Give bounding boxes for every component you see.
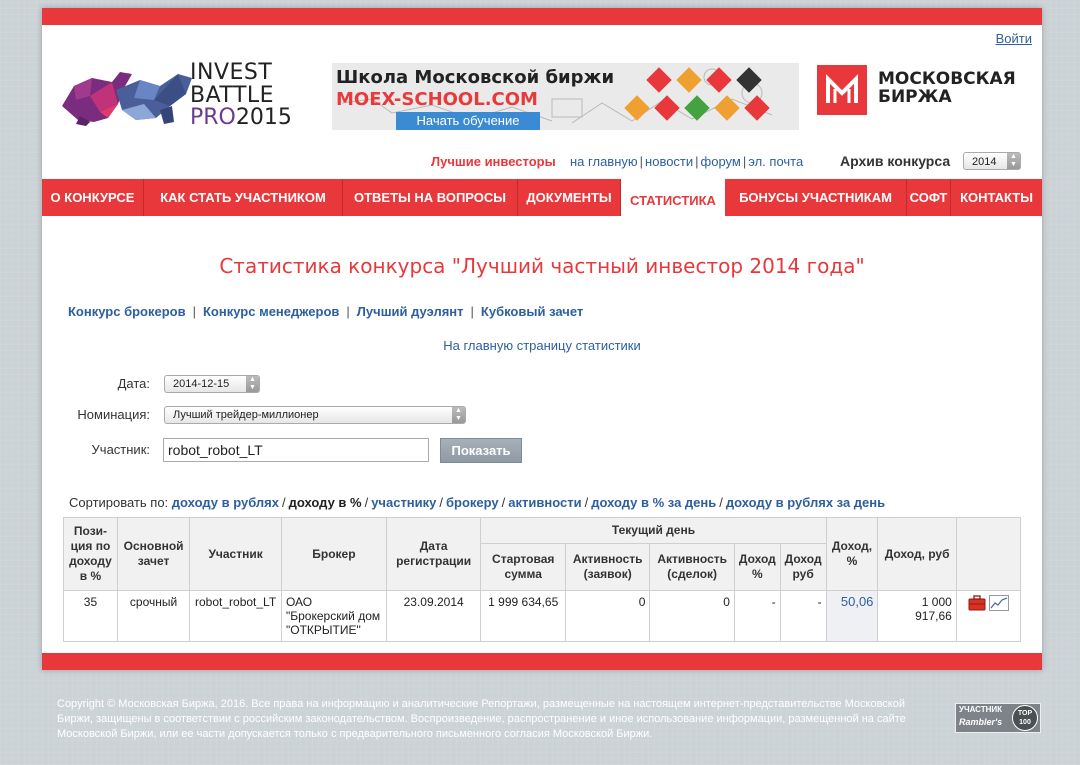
date-select[interactable]: 2014-12-15 ▲ ▼	[164, 375, 260, 393]
participant-label: Участник:	[91, 442, 150, 457]
bottom-red-bar	[42, 653, 1042, 670]
school-banner[interactable]: Школа Московской биржи MOEX-SCHOOL.COM Н…	[332, 63, 799, 130]
cell-start-sum: 1 999 634,65	[480, 590, 566, 642]
tab-duelist[interactable]: Лучший дуэлянт	[357, 304, 464, 319]
nav-how-to-join[interactable]: КАК СТАТЬ УЧАСТНИКОМ	[144, 179, 343, 216]
date-value: 2014-12-15	[173, 378, 230, 390]
sort-day-pct[interactable]: доходу в % за день	[591, 495, 716, 510]
col-day-rub: Доход руб	[779, 543, 827, 591]
chart-icon[interactable]	[989, 595, 1010, 611]
logo-line-2: BATTLE	[190, 83, 275, 108]
cell-participant: robot_robot_LT	[189, 590, 282, 642]
logo-line-3: PRO2015	[190, 107, 292, 129]
nav-software[interactable]: СОФТ	[907, 179, 951, 216]
link-email[interactable]: эл. почта	[748, 154, 803, 169]
cell-activity-orders: 0	[564, 590, 651, 642]
col-income-pct: Доход, %	[825, 517, 879, 591]
page-container: Войти INVEST BATTLE PRO2015 Школа Москов…	[42, 8, 1042, 670]
cell-day-pct: -	[733, 590, 781, 642]
col-day-pct: Доход %	[733, 543, 781, 591]
cell-account: срочный	[116, 590, 191, 642]
top-red-bar	[42, 8, 1042, 25]
col-broker: Брокер	[280, 517, 387, 591]
rambler-counter[interactable]: УЧАСТНИК Rambler's TOP 100	[955, 703, 1041, 733]
cell-position: 35	[63, 590, 118, 642]
footer-copyright: Copyright © Московская Биржа, 2016. Все …	[57, 698, 906, 740]
nav-documents[interactable]: ДОКУМЕНТЫ	[518, 179, 621, 216]
select-arrows-icon: ▲ ▼	[1007, 153, 1020, 169]
archive-label: Архив конкурса	[840, 153, 951, 169]
table-row: 35 срочный robot_robot_LT ОАО "Брокерски…	[63, 590, 1022, 642]
cell-income-rub: 1 000 917,66	[877, 590, 957, 642]
sort-row: Сортировать по: доходу в рублях / доходу в…	[69, 495, 886, 510]
sort-income-rub[interactable]: доходу в рублях	[172, 495, 279, 510]
tab-managers[interactable]: Конкурс менеджеров	[203, 304, 339, 319]
main-nav: О КОНКУРСЕ КАК СТАТЬ УЧАСТНИКОМ ОТВЕТЫ Н…	[42, 179, 1042, 216]
stats-home-link[interactable]: На главную страницу статистики	[42, 338, 1042, 353]
tab-brokers[interactable]: Конкурс брокеров	[68, 304, 186, 319]
col-actions	[955, 517, 1022, 591]
sort-broker[interactable]: брокеру	[446, 495, 499, 510]
nav-bonuses[interactable]: БОНУСЫ УЧАСТНИКАМ	[725, 179, 907, 216]
select-arrows-icon: ▲ ▼	[452, 407, 465, 423]
nav-about[interactable]: О КОНКУРСЕ	[42, 179, 144, 216]
moex-logo-icon	[817, 65, 867, 115]
stats-table: Пози-ция по доходу в % Основной зачет Уч…	[63, 517, 1022, 642]
rambler-line-2: Rambler's	[959, 717, 1003, 727]
sort-income-pct-current[interactable]: доходу в %	[289, 495, 362, 510]
date-label: Дата:	[117, 376, 150, 391]
sort-label: Сортировать по:	[69, 495, 169, 510]
show-button[interactable]: Показать	[440, 438, 522, 463]
cell-income-pct: 50,06	[825, 590, 879, 642]
link-news[interactable]: новости	[645, 154, 693, 169]
banner-url: MOEX-SCHOOL.COM	[336, 89, 538, 110]
nomination-label: Номинация:	[77, 407, 150, 422]
logo-text: INVEST BATTLE PRO2015	[190, 62, 292, 129]
col-account: Основной зачет	[116, 517, 191, 591]
sort-participant[interactable]: участнику	[371, 495, 436, 510]
rambler-line-1: УЧАСТНИК	[959, 705, 1003, 714]
nav-contacts[interactable]: КОНТАКТЫ	[951, 179, 1042, 216]
sort-day-rub[interactable]: доходу в рублях за день	[726, 495, 885, 510]
logo-year: 2015	[235, 105, 292, 130]
col-start-sum: Стартовая сумма	[480, 543, 566, 591]
banner-title: Школа Московской биржи	[336, 67, 615, 88]
login-link[interactable]: Войти	[996, 31, 1032, 46]
logo-pro: PRO	[190, 105, 236, 130]
col-activity-deals: Активность (сделок)	[649, 543, 735, 591]
secondary-nav: на главную | новости | форум | эл. почта	[570, 154, 804, 169]
link-home[interactable]: на главную	[570, 154, 638, 169]
best-investors-label[interactable]: Лучшие инвесторы	[431, 154, 556, 169]
participant-input[interactable]	[163, 438, 429, 462]
col-reg-date: Дата регистрации	[385, 517, 482, 591]
archive-year-select[interactable]: 2014 ▲ ▼	[963, 152, 1021, 170]
nav-faq[interactable]: ОТВЕТЫ НА ВОПРОСЫ	[343, 179, 518, 216]
cell-day-rub: -	[779, 590, 827, 642]
link-forum[interactable]: форум	[701, 154, 741, 169]
col-position: Пози-ция по доходу в %	[63, 517, 118, 591]
select-arrows-icon: ▲ ▼	[246, 376, 259, 392]
nomination-select[interactable]: Лучший трейдер-миллионер ▲ ▼	[164, 406, 466, 424]
cell-activity-deals: 0	[649, 590, 735, 642]
moex-logo-text: МОСКОВСКАЯ БИРЖА	[878, 70, 1016, 107]
tab-cup[interactable]: Кубковый зачет	[481, 304, 583, 319]
logo-line-1: INVEST	[190, 60, 273, 85]
col-activity-orders: Активность (заявок)	[564, 543, 651, 591]
stats-tabs: Конкурс брокеров | Конкурс менеджеров | Лучш…	[68, 304, 584, 319]
archive-year-value: 2014	[972, 156, 997, 168]
top100-badge-icon: TOP 100	[1012, 705, 1038, 731]
col-income-rub: Доход, руб	[877, 517, 957, 591]
cell-broker: ОАО "Брокерский дом "ОТКРЫТИЕ"	[280, 590, 387, 642]
moex-line-2: БИРЖА	[878, 86, 952, 107]
sort-activity[interactable]: активности	[508, 495, 581, 510]
col-current-day: Текущий день	[480, 517, 827, 544]
nav-statistics[interactable]: СТАТИСТИКА	[621, 179, 725, 216]
col-participant: Участник	[189, 517, 282, 591]
cell-reg-date: 23.09.2014	[385, 590, 482, 642]
briefcase-icon[interactable]	[968, 595, 986, 611]
page-title: Статистика конкурса "Лучший частный инве…	[219, 254, 865, 278]
cell-actions	[955, 590, 1022, 642]
nomination-value: Лучший трейдер-миллионер	[173, 409, 319, 421]
start-learning-button[interactable]: Начать обучение	[396, 112, 540, 130]
